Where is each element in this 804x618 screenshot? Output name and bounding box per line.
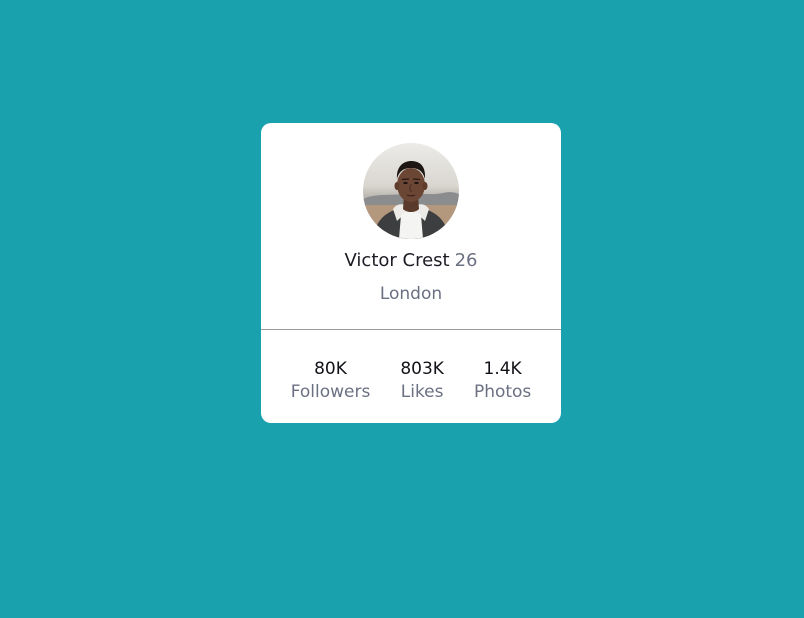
profile-city: London xyxy=(379,284,443,304)
stat-likes: 803K Likes xyxy=(400,357,444,403)
avatar xyxy=(363,143,459,239)
stat-label: Photos xyxy=(473,382,532,402)
stat-photos: 1.4K Photos xyxy=(474,357,531,403)
stat-value: 1.4K xyxy=(483,359,522,379)
profile-name: Victor Crest xyxy=(344,250,450,271)
stat-value: 803K xyxy=(400,359,444,379)
profile-photo-icon xyxy=(363,143,459,239)
stat-value: 80K xyxy=(314,359,347,379)
stat-followers: 80K Followers xyxy=(291,357,371,403)
profile-card: Victor Crest 26 London 80K Followers 803K… xyxy=(261,123,561,423)
stat-label: Followers xyxy=(290,382,371,402)
profile-header: Victor Crest 26 London xyxy=(261,123,561,329)
stat-label: Likes xyxy=(400,382,444,402)
name-line: Victor Crest 26 xyxy=(261,249,561,273)
profile-age: 26 xyxy=(454,250,478,271)
divider xyxy=(261,329,561,330)
stats-row: 80K Followers 803K Likes 1.4K Photos xyxy=(261,357,561,403)
